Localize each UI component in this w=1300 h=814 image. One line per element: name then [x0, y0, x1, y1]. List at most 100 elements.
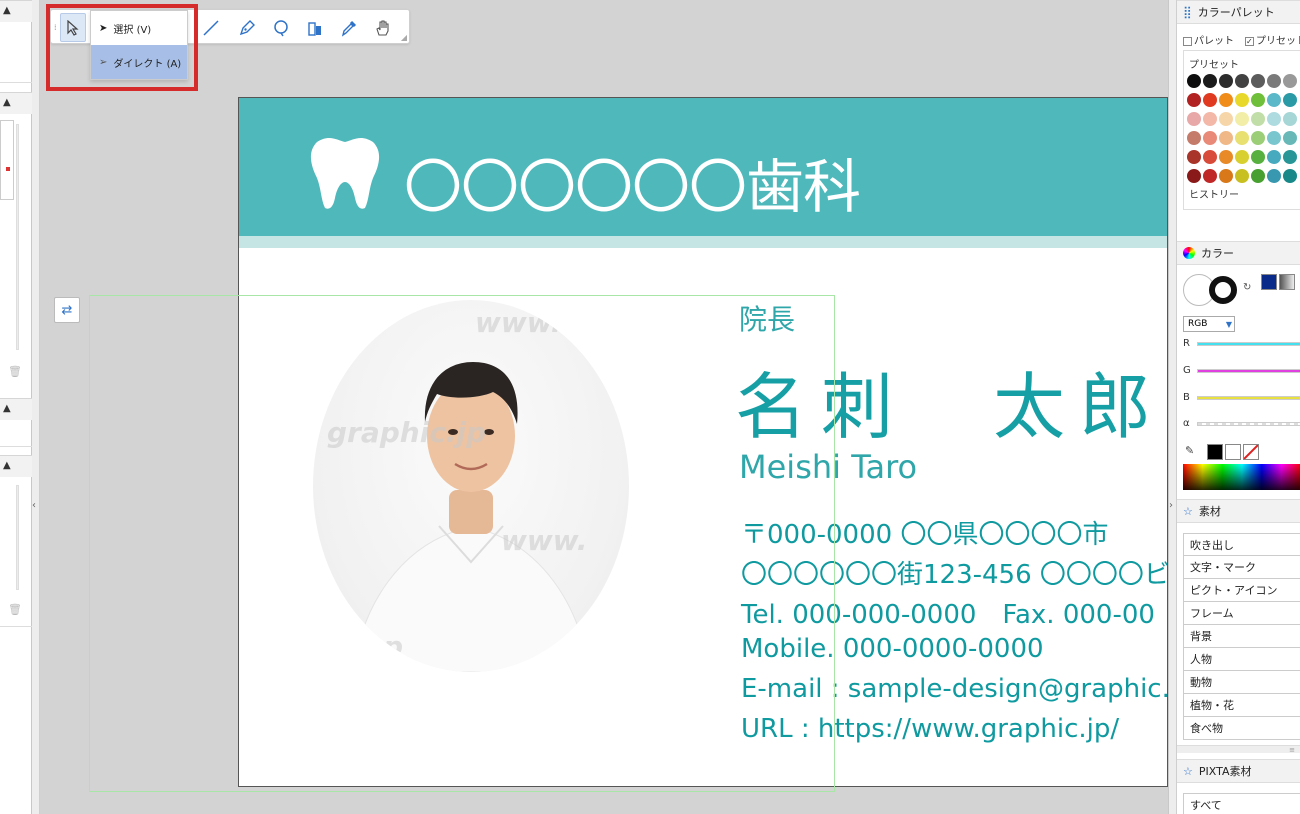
- channel-slider-g[interactable]: [1197, 369, 1300, 373]
- color-swatch[interactable]: [1267, 93, 1281, 107]
- left-panel-section-header[interactable]: ▲: [0, 398, 32, 420]
- replace-image-icon[interactable]: ⇄: [54, 297, 80, 323]
- color-swatch[interactable]: [1267, 74, 1281, 88]
- material-item[interactable]: フレーム: [1183, 602, 1300, 625]
- black-swatch[interactable]: [1207, 444, 1223, 460]
- clinic-name[interactable]: 〇〇〇〇〇〇歯科: [404, 140, 861, 224]
- trash-icon[interactable]: 🗑: [8, 365, 22, 378]
- no-color-swatch[interactable]: [1243, 444, 1259, 460]
- color-swatch[interactable]: [1251, 150, 1265, 164]
- eyedropper-tool-button[interactable]: [337, 16, 361, 40]
- material-item[interactable]: 文字・マーク: [1183, 556, 1300, 579]
- channel-slider-r[interactable]: [1197, 342, 1300, 346]
- eyedropper-icon[interactable]: ✎: [1185, 444, 1194, 457]
- color-swatch[interactable]: [1251, 74, 1265, 88]
- color-swatch[interactable]: [1187, 93, 1201, 107]
- color-swatch[interactable]: [1235, 169, 1249, 183]
- white-swatch[interactable]: [1225, 444, 1241, 460]
- stroke-color-swatch[interactable]: [1209, 276, 1237, 304]
- collapse-icon[interactable]: ▲: [3, 5, 11, 16]
- collapse-icon[interactable]: ▲: [3, 97, 11, 108]
- color-swatch[interactable]: [1219, 169, 1233, 183]
- left-panel-collapse-bar[interactable]: ‹: [32, 0, 40, 814]
- color-swatch[interactable]: [1203, 74, 1217, 88]
- material-item[interactable]: 人物: [1183, 648, 1300, 671]
- color-swatch[interactable]: [1187, 150, 1201, 164]
- color-swatch[interactable]: [1187, 74, 1201, 88]
- preset-option[interactable]: ✓プリセット: [1245, 32, 1300, 47]
- preset-label: プリセット: [1189, 60, 1239, 71]
- hand-tool-button[interactable]: [371, 16, 395, 40]
- color-swatch[interactable]: [1283, 131, 1297, 145]
- chevron-left-icon[interactable]: ‹: [32, 500, 36, 511]
- materials-header[interactable]: ☆ 素材: [1177, 499, 1300, 523]
- gradient-swatch[interactable]: [1279, 274, 1295, 290]
- lasso-tool-button[interactable]: [269, 16, 293, 40]
- channel-slider-alpha[interactable]: [1197, 422, 1300, 426]
- right-panel-collapse-bar[interactable]: ›: [1169, 0, 1177, 814]
- material-item[interactable]: 植物・花: [1183, 694, 1300, 717]
- color-swatch[interactable]: [1235, 112, 1249, 126]
- color-swatch[interactable]: [1219, 74, 1233, 88]
- color-swatch[interactable]: [1203, 150, 1217, 164]
- color-swatch[interactable]: [1219, 93, 1233, 107]
- color-spectrum[interactable]: [1183, 464, 1300, 490]
- trash-icon[interactable]: 🗑: [8, 603, 22, 616]
- recent-color-swatch[interactable]: [1261, 274, 1277, 290]
- channel-slider-b[interactable]: [1197, 396, 1300, 400]
- color-swatch[interactable]: [1235, 150, 1249, 164]
- scrollbar[interactable]: [16, 485, 19, 590]
- swap-icon[interactable]: ↻: [1243, 282, 1251, 293]
- left-panel-section-header[interactable]: ▲: [0, 92, 32, 114]
- color-swatch[interactable]: [1251, 93, 1265, 107]
- color-swatch[interactable]: [1267, 150, 1281, 164]
- color-swatch[interactable]: [1235, 131, 1249, 145]
- color-swatch[interactable]: [1235, 93, 1249, 107]
- left-panel-section-header[interactable]: ▲: [0, 455, 32, 477]
- color-swatch[interactable]: [1251, 131, 1265, 145]
- color-swatch[interactable]: [1251, 112, 1265, 126]
- material-item[interactable]: 食べ物: [1183, 717, 1300, 740]
- color-swatch[interactable]: [1283, 169, 1297, 183]
- color-swatch[interactable]: [1283, 74, 1297, 88]
- chevron-right-icon[interactable]: ›: [1169, 500, 1173, 511]
- color-swatch[interactable]: [1203, 131, 1217, 145]
- left-panel-section-header[interactable]: ▲: [0, 0, 32, 22]
- palette-option[interactable]: パレット: [1183, 32, 1234, 47]
- line-tool-button[interactable]: [199, 16, 223, 40]
- material-item[interactable]: 背景: [1183, 625, 1300, 648]
- color-swatch[interactable]: [1219, 150, 1233, 164]
- scrollbar[interactable]: [16, 124, 19, 350]
- color-swatch[interactable]: [1187, 131, 1201, 145]
- color-swatch[interactable]: [1203, 93, 1217, 107]
- color-swatch[interactable]: [1187, 169, 1201, 183]
- collapse-icon[interactable]: ▲: [3, 403, 11, 414]
- resize-handle[interactable]: ≡: [1177, 745, 1300, 754]
- material-item[interactable]: 吹き出し: [1183, 533, 1300, 556]
- color-swatch[interactable]: [1219, 112, 1233, 126]
- color-swatch[interactable]: [1283, 93, 1297, 107]
- resize-grip-icon[interactable]: ◢: [401, 33, 407, 42]
- pen-tool-button[interactable]: [235, 16, 259, 40]
- color-swatch[interactable]: [1283, 112, 1297, 126]
- material-item[interactable]: ピクト・アイコン: [1183, 579, 1300, 602]
- color-swatch[interactable]: [1267, 112, 1281, 126]
- color-swatch[interactable]: [1267, 169, 1281, 183]
- color-header[interactable]: カラー: [1177, 241, 1300, 265]
- color-swatch[interactable]: [1235, 74, 1249, 88]
- pixta-item[interactable]: すべて: [1183, 793, 1300, 814]
- fill-tool-button[interactable]: [303, 16, 327, 40]
- color-palette-header[interactable]: ⣿ カラーパレット: [1177, 0, 1300, 24]
- color-swatch[interactable]: [1251, 169, 1265, 183]
- color-swatch[interactable]: [1203, 112, 1217, 126]
- color-swatch[interactable]: [1267, 131, 1281, 145]
- collapse-icon[interactable]: ▲: [3, 460, 11, 471]
- color-swatch[interactable]: [1283, 150, 1297, 164]
- material-item[interactable]: 動物: [1183, 671, 1300, 694]
- color-mode-select[interactable]: RGB ▼: [1183, 316, 1235, 332]
- color-swatch[interactable]: [1187, 112, 1201, 126]
- layer-list[interactable]: [0, 120, 14, 200]
- color-swatch[interactable]: [1219, 131, 1233, 145]
- color-swatch[interactable]: [1203, 169, 1217, 183]
- pixta-header[interactable]: ☆ PIXTA素材: [1177, 759, 1300, 783]
